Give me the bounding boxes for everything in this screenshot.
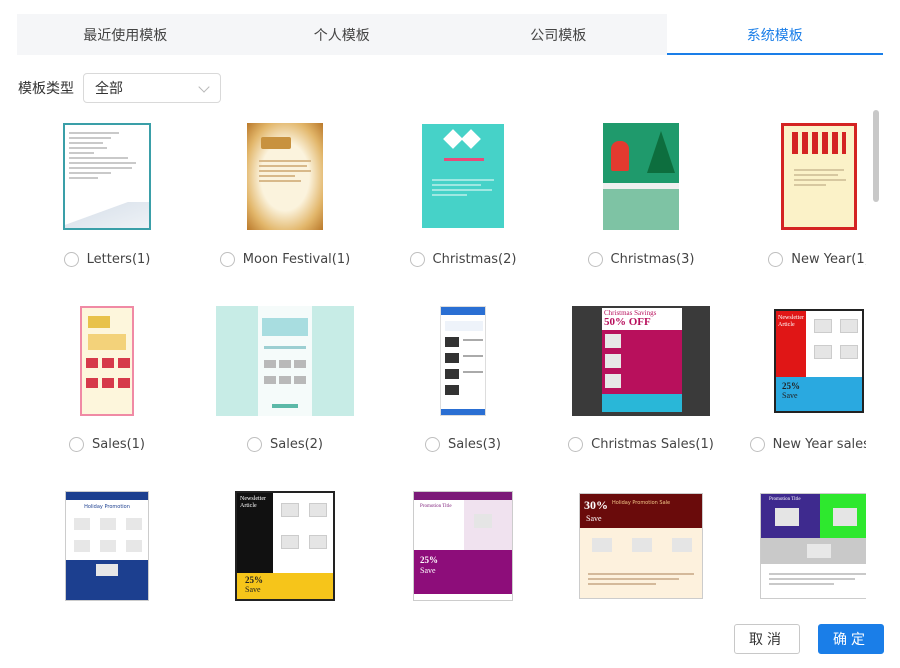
radio-button[interactable]	[63, 252, 79, 267]
radio-button[interactable]	[424, 437, 440, 452]
template-thumbnail[interactable]	[216, 306, 354, 416]
template-thumbnail[interactable]: Promotion Title	[760, 493, 866, 599]
template-label: Moon Festival(1)	[242, 252, 351, 267]
template-label: Sales(3)	[447, 437, 501, 452]
thumb-percent: 30%	[584, 498, 608, 512]
template-option[interactable]: New Year(1)	[768, 252, 866, 267]
thumb-title: Newsletter Article	[240, 496, 266, 509]
template-card[interactable]: Christmas(2)	[374, 112, 552, 297]
template-card[interactable]: Newsletter Article 25% Save	[196, 482, 374, 608]
radio-button[interactable]	[568, 437, 584, 452]
tab-recent[interactable]: 最近使用模板	[17, 14, 234, 55]
thumb-percent: 25%	[782, 381, 800, 391]
radio-button[interactable]	[246, 437, 262, 452]
template-card[interactable]: Holiday Promotion	[18, 482, 196, 608]
template-card[interactable]: Sales(2)	[196, 297, 374, 482]
template-card[interactable]: Sales(1)	[18, 297, 196, 482]
template-thumbnail[interactable]	[247, 122, 323, 230]
template-card[interactable]: Promotion Title	[730, 482, 866, 608]
template-thumbnail[interactable]	[603, 122, 679, 230]
radio-button[interactable]	[219, 252, 235, 267]
template-thumbnail[interactable]	[63, 122, 151, 230]
template-option[interactable]: Sales(3)	[424, 437, 501, 452]
chevron-down-icon	[198, 81, 210, 93]
template-label: Christmas(3)	[610, 252, 695, 267]
filter-row: 模板类型 全部	[18, 73, 221, 103]
template-option[interactable]: Sales(1)	[68, 437, 145, 452]
template-option[interactable]: Christmas(2)	[409, 252, 517, 267]
confirm-button[interactable]: 确定	[818, 624, 884, 654]
template-card[interactable]: Sales(3)	[374, 297, 552, 482]
thumb-title: Promotion Title	[769, 497, 801, 502]
template-label: Sales(1)	[91, 437, 145, 452]
thumb-save: Save	[782, 391, 798, 400]
template-option[interactable]: Sales(2)	[246, 437, 323, 452]
thumb-percent: 25%	[245, 575, 263, 585]
template-option[interactable]: Christmas(3)	[587, 252, 695, 267]
thumb-title: Newsletter Article	[778, 315, 804, 328]
thumb-save: Save	[586, 514, 602, 523]
template-thumbnail[interactable]: Newsletter Article 25% Save	[774, 309, 864, 413]
template-thumbnail[interactable]	[440, 306, 486, 416]
template-thumbnail[interactable]: Holiday Promotion	[65, 491, 149, 601]
template-option[interactable]: Christmas Sales(1)	[568, 437, 714, 452]
radio-button[interactable]	[768, 252, 784, 267]
template-label: Sales(2)	[269, 437, 323, 452]
template-label: New Year(1)	[791, 252, 866, 267]
scrollbar-thumb[interactable]	[873, 110, 879, 202]
template-card[interactable]: Letters(1)	[18, 112, 196, 297]
radio-button[interactable]	[68, 437, 84, 452]
template-option[interactable]: Letters(1)	[63, 252, 151, 267]
template-thumbnail[interactable]	[422, 124, 504, 228]
template-type-value: 全部	[95, 81, 123, 97]
template-card[interactable]: Christmas(3)	[552, 112, 730, 297]
tab-system[interactable]: 系统模板	[666, 14, 883, 55]
thumb-title: Promotion Title	[420, 504, 452, 509]
template-grid: Letters(1) Moon Festival(1) Christmas(2)…	[18, 112, 866, 608]
template-label: Letters(1)	[86, 252, 151, 267]
template-option[interactable]: Moon Festival(1)	[219, 252, 351, 267]
thumb-title: Holiday Promotion Sale	[612, 500, 671, 506]
dialog-footer: 取消 确定	[734, 624, 884, 654]
radio-button[interactable]	[409, 252, 425, 267]
template-card[interactable]: 30% Save Holiday Promotion Sale	[552, 482, 730, 608]
template-tabs: 最近使用模板 个人模板 公司模板 系统模板	[17, 14, 883, 55]
template-label: Christmas(2)	[432, 252, 517, 267]
template-thumbnail[interactable]	[80, 306, 134, 416]
radio-button[interactable]	[749, 437, 765, 452]
template-thumbnail[interactable]	[781, 122, 857, 230]
thumb-title: Holiday Promotion	[84, 504, 130, 510]
template-label: New Year sales(1)	[772, 437, 866, 452]
filter-label: 模板类型	[18, 81, 74, 97]
template-label: Christmas Sales(1)	[591, 437, 714, 452]
template-grid-area: Letters(1) Moon Festival(1) Christmas(2)…	[18, 112, 866, 608]
thumb-offer: 50% OFF	[604, 316, 651, 328]
template-card[interactable]: New Year(1)	[730, 112, 866, 297]
tab-company[interactable]: 公司模板	[450, 14, 667, 55]
radio-button[interactable]	[587, 252, 603, 267]
template-card[interactable]: Newsletter Article 25% Save New Year sal…	[730, 297, 866, 482]
tab-personal[interactable]: 个人模板	[234, 14, 451, 55]
template-thumbnail[interactable]: Promotion Title 25% Save	[413, 491, 513, 601]
template-thumbnail[interactable]: Newsletter Article 25% Save	[235, 491, 335, 601]
template-thumbnail[interactable]: 30% Save Holiday Promotion Sale	[579, 493, 703, 599]
template-thumbnail[interactable]: Christmas Savings 50% OFF	[572, 306, 710, 416]
thumb-percent: 25%	[420, 555, 438, 565]
thumb-save: Save	[245, 585, 261, 594]
template-card[interactable]: Christmas Savings 50% OFF Christmas Sale…	[552, 297, 730, 482]
thumb-save: Save	[420, 566, 436, 575]
template-card[interactable]: Promotion Title 25% Save	[374, 482, 552, 608]
template-card[interactable]: Moon Festival(1)	[196, 112, 374, 297]
template-option[interactable]: New Year sales(1)	[749, 437, 866, 452]
template-type-select[interactable]: 全部	[83, 73, 221, 103]
cancel-button[interactable]: 取消	[734, 624, 800, 654]
